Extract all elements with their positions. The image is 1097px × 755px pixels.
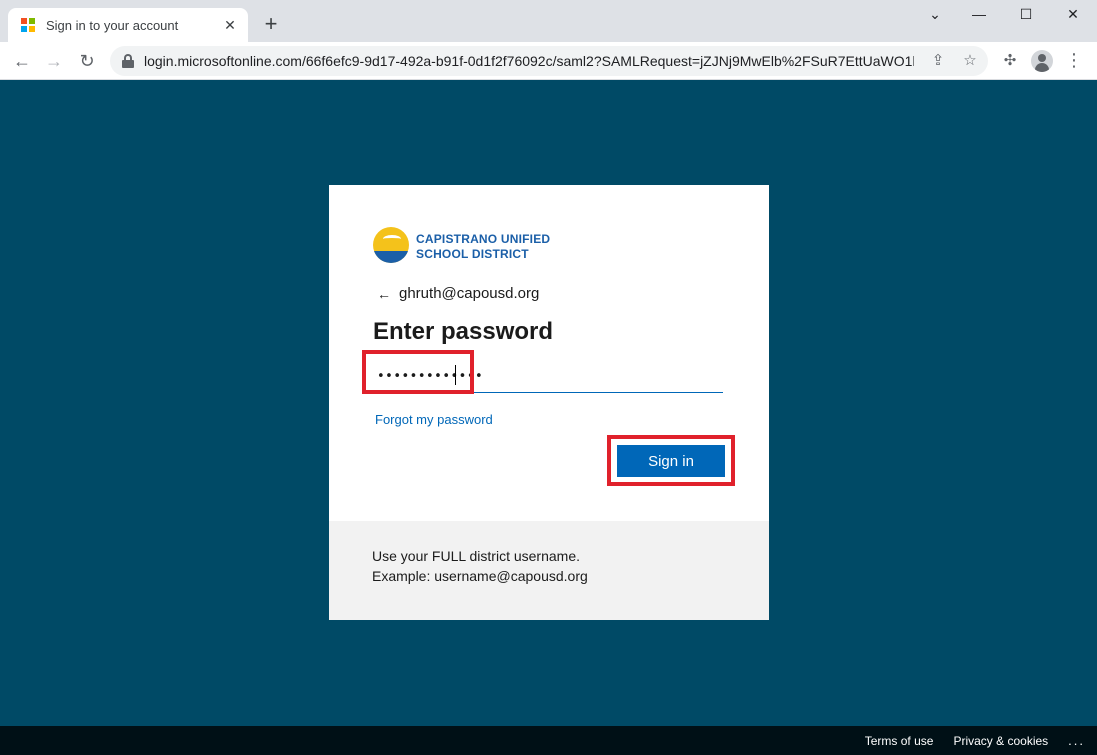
tab-title: Sign in to your account [46, 17, 179, 33]
maximize-icon[interactable]: ☐ [1011, 6, 1041, 26]
info-line-2: Example: username@capousd.org [372, 568, 588, 584]
lock-icon[interactable] [122, 54, 134, 68]
org-name-line1: CAPISTRANO UNIFIED [416, 232, 551, 246]
browser-menu-icon[interactable]: ⋮ [1063, 49, 1085, 71]
new-tab-icon[interactable]: + [258, 12, 284, 38]
org-name-line2: SCHOOL DISTRICT [416, 247, 529, 261]
microsoft-logo-icon [21, 18, 35, 32]
share-icon[interactable]: ⇪ [928, 51, 948, 71]
tab-close-icon[interactable]: ✕ [222, 17, 238, 34]
sign-in-highlight-box [607, 435, 735, 486]
address-bar[interactable]: login.microsoftonline.com/66f6efc9-9d17-… [110, 46, 988, 76]
org-name: CAPISTRANO UNIFIED SCHOOL DISTRICT [416, 232, 550, 262]
identity-username: ghruth@capousd.org [399, 285, 540, 302]
page-footer-links: Terms of use Privacy & cookies ... [0, 726, 1097, 755]
extensions-puzzle-icon[interactable]: ✣ [999, 50, 1021, 72]
password-highlight-box [362, 350, 474, 394]
window-close-icon[interactable]: ✕ [1058, 6, 1088, 26]
info-line-1: Use your FULL district username. [372, 548, 580, 564]
minimize-icon[interactable]: — [964, 6, 994, 26]
url-text[interactable]: login.microsoftonline.com/66f6efc9-9d17-… [144, 53, 914, 69]
privacy-cookies-link[interactable]: Privacy & cookies [953, 734, 1048, 748]
identity-banner[interactable]: ← ghruth@capousd.org [377, 285, 539, 302]
back-arrow-icon[interactable]: ← [8, 47, 36, 75]
profile-avatar-icon[interactable] [1031, 50, 1053, 72]
info-panel: Use your FULL district username. Example… [329, 521, 769, 620]
browser-tab-bar: Sign in to your account ✕ + ⌄ — ☐ ✕ [0, 0, 1097, 42]
browser-toolbar: ← → ↻ login.microsoftonline.com/66f6efc9… [0, 42, 1097, 80]
more-options-icon[interactable]: ... [1068, 733, 1085, 748]
forward-arrow-icon[interactable]: → [40, 47, 68, 75]
tab-search-chevron-icon[interactable]: ⌄ [920, 6, 950, 26]
terms-of-use-link[interactable]: Terms of use [865, 734, 934, 748]
identity-back-arrow-icon[interactable]: ← [377, 286, 391, 302]
page-title: Enter password [373, 318, 554, 345]
reload-icon[interactable]: ↻ [73, 47, 101, 75]
district-logo-icon [373, 227, 409, 263]
bookmark-star-icon[interactable]: ☆ [960, 51, 980, 71]
forgot-password-link[interactable]: Forgot my password [375, 412, 493, 427]
browser-tab[interactable]: Sign in to your account ✕ [8, 8, 248, 42]
